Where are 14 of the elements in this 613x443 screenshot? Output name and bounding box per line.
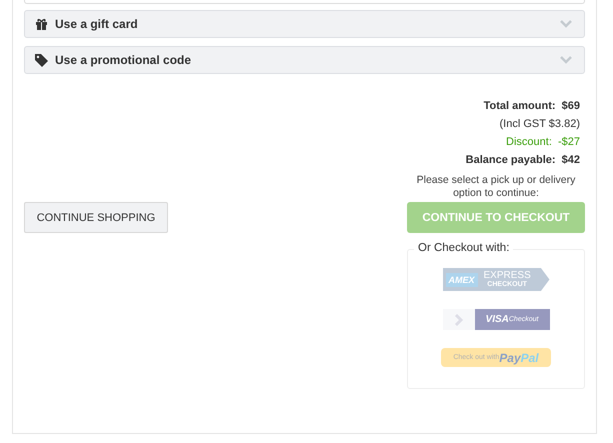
accordion-header[interactable]: Use a promotional code xyxy=(24,46,585,74)
chevron-icon xyxy=(560,20,572,28)
total-line: (Incl GST $3.82) xyxy=(500,117,580,132)
wallet-legend: Or Checkout with: xyxy=(414,242,514,254)
chevron-icon xyxy=(560,56,572,64)
accordion-header[interactable]: Use a gift card xyxy=(24,10,585,38)
continue-shopping-button[interactable]: CONTINUE SHOPPING xyxy=(24,202,168,233)
total-line: Discount: -$27 xyxy=(506,135,580,150)
total-line: Balance payable: $42 xyxy=(466,153,580,168)
chevron-icon xyxy=(454,314,464,326)
total-line: Total amount: $69 xyxy=(484,99,580,114)
notice-text: Please select a pick up or delivery option to continue: xyxy=(416,174,576,200)
tag-icon xyxy=(35,54,48,66)
gift-icon xyxy=(35,18,48,30)
